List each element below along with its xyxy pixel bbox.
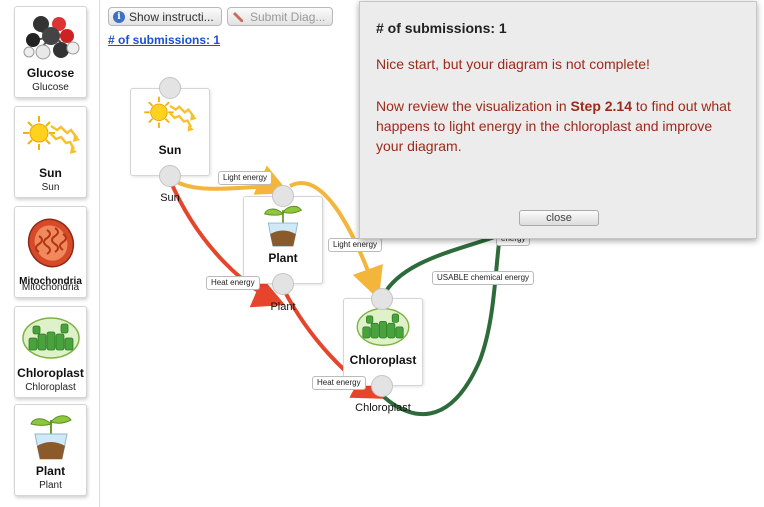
submit-diagram-label: Submit Diag... <box>250 9 326 24</box>
palette-item-subtitle: Plant <box>39 480 62 491</box>
node-title: Chloroplast <box>349 353 417 367</box>
submit-diagram-button[interactable]: Submit Diag... <box>227 7 333 26</box>
sun-icon <box>21 111 81 163</box>
node-title: Sun <box>158 143 182 157</box>
palette-item-title: Glucose <box>26 66 75 80</box>
instructions-text: Now review the visualization in <box>376 98 571 114</box>
node-caption: Chloroplast <box>355 402 411 414</box>
edge-label[interactable]: Light energy <box>218 171 273 185</box>
palette-item-title: Plant <box>35 464 66 478</box>
step-reference: Step 2.14 <box>570 98 633 114</box>
submissions-link[interactable]: # of submissions: 1 <box>108 33 220 47</box>
sun-icon <box>141 93 199 139</box>
edge-label[interactable]: Heat energy <box>312 376 366 390</box>
edge-label[interactable]: USABLE chemical energy <box>432 271 535 285</box>
dialog-heading: # of submissions: 1 <box>376 20 507 36</box>
node-caption: Sun <box>160 192 180 204</box>
node-input-port[interactable] <box>272 185 294 207</box>
feedback-instructions: Now review the visualization in Step 2.1… <box>376 96 740 156</box>
mitochondria-icon <box>27 218 75 268</box>
diagram-node-chloroplast[interactable]: Chloroplast <box>343 298 423 386</box>
palette-item-title: Sun <box>39 166 62 180</box>
diagram-node-plant[interactable]: Plant <box>243 196 323 284</box>
glucose-molecule-icon <box>23 16 80 60</box>
edge-label[interactable]: Heat energy <box>206 276 260 290</box>
palette-item-glucose[interactable]: Glucose Glucose <box>14 6 87 98</box>
close-button[interactable]: close <box>519 210 599 226</box>
node-palette: Glucose Glucose Sun Sun Mitochondria Mit… <box>0 0 100 507</box>
node-output-port[interactable] <box>371 375 393 397</box>
palette-item-sun[interactable]: Sun Sun <box>14 106 87 198</box>
plant-icon <box>21 409 81 461</box>
palette-item-chloroplast[interactable]: Chloroplast Chloroplast <box>14 306 87 398</box>
edge-chemical-energy-out[interactable] <box>380 233 501 299</box>
node-caption: Plant <box>270 301 296 313</box>
pencil-icon <box>233 11 243 22</box>
palette-item-subtitle: Mitochondria <box>21 282 80 293</box>
palette-item-plant[interactable]: Plant Plant <box>14 404 87 496</box>
node-input-port[interactable] <box>159 77 181 99</box>
chloroplast-icon <box>21 311 81 363</box>
palette-item-subtitle: Sun <box>41 182 60 193</box>
palette-item-mitochondria[interactable]: Mitochondria Mitochondria <box>14 206 87 298</box>
palette-item-subtitle: Glucose <box>32 82 69 93</box>
info-icon: i <box>113 10 125 23</box>
diagram-node-sun[interactable]: Sun <box>130 88 210 176</box>
edge-label[interactable]: Light energy <box>328 238 383 252</box>
plant-icon <box>254 201 312 247</box>
show-instructions-button[interactable]: i Show instructi... <box>108 7 222 26</box>
node-title: Plant <box>268 251 298 265</box>
node-input-port[interactable] <box>371 288 393 310</box>
feedback-message: Nice start, but your diagram is not comp… <box>376 56 650 72</box>
node-output-port[interactable] <box>159 165 181 187</box>
show-instructions-label: Show instructi... <box>129 9 214 24</box>
feedback-dialog: # of submissions: 1 Nice start, but your… <box>359 1 757 239</box>
palette-item-title: Chloroplast <box>17 366 84 380</box>
node-output-port[interactable] <box>272 273 294 295</box>
palette-item-subtitle: Chloroplast <box>25 382 76 393</box>
